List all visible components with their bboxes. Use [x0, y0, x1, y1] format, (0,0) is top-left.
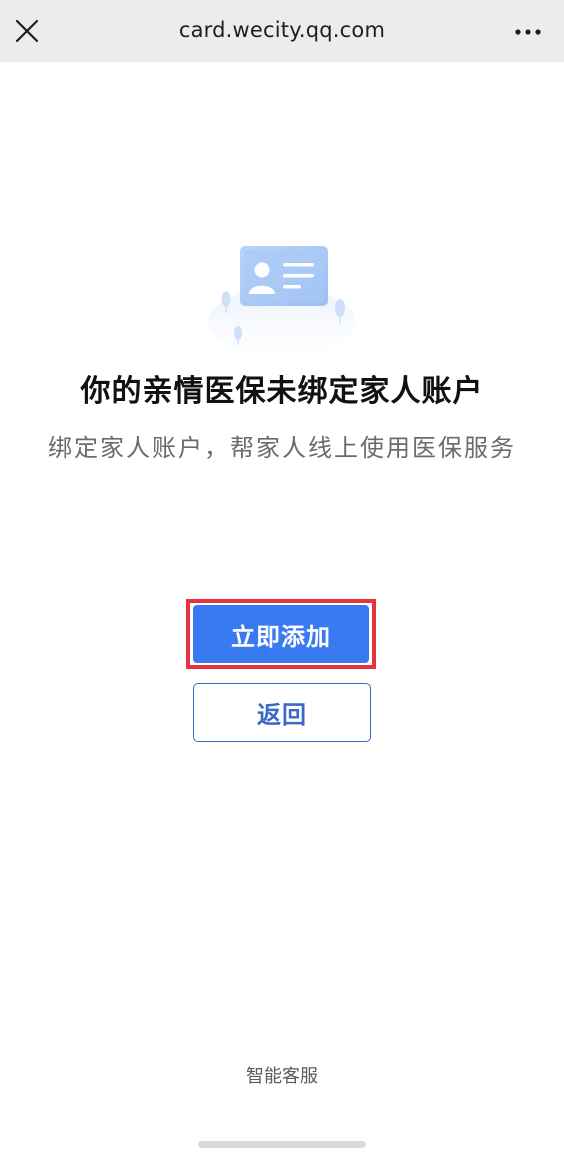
more-button[interactable] — [514, 22, 542, 42]
page-url: card.wecity.qq.com — [178, 18, 386, 42]
smart-customer-service-link[interactable]: 智能客服 — [0, 1062, 564, 1088]
home-indicator — [198, 1141, 366, 1148]
back-button[interactable]: 返回 — [193, 683, 371, 742]
add-now-button[interactable]: 立即添加 — [193, 605, 369, 663]
id-card-illustration — [200, 236, 364, 362]
browser-top-bar: card.wecity.qq.com — [0, 0, 564, 62]
page-subtitle: 绑定家人账户，帮家人线上使用医保服务 — [48, 434, 516, 462]
page-title: 你的亲情医保未绑定家人账户 — [80, 374, 484, 409]
more-horizontal-icon — [515, 29, 541, 35]
